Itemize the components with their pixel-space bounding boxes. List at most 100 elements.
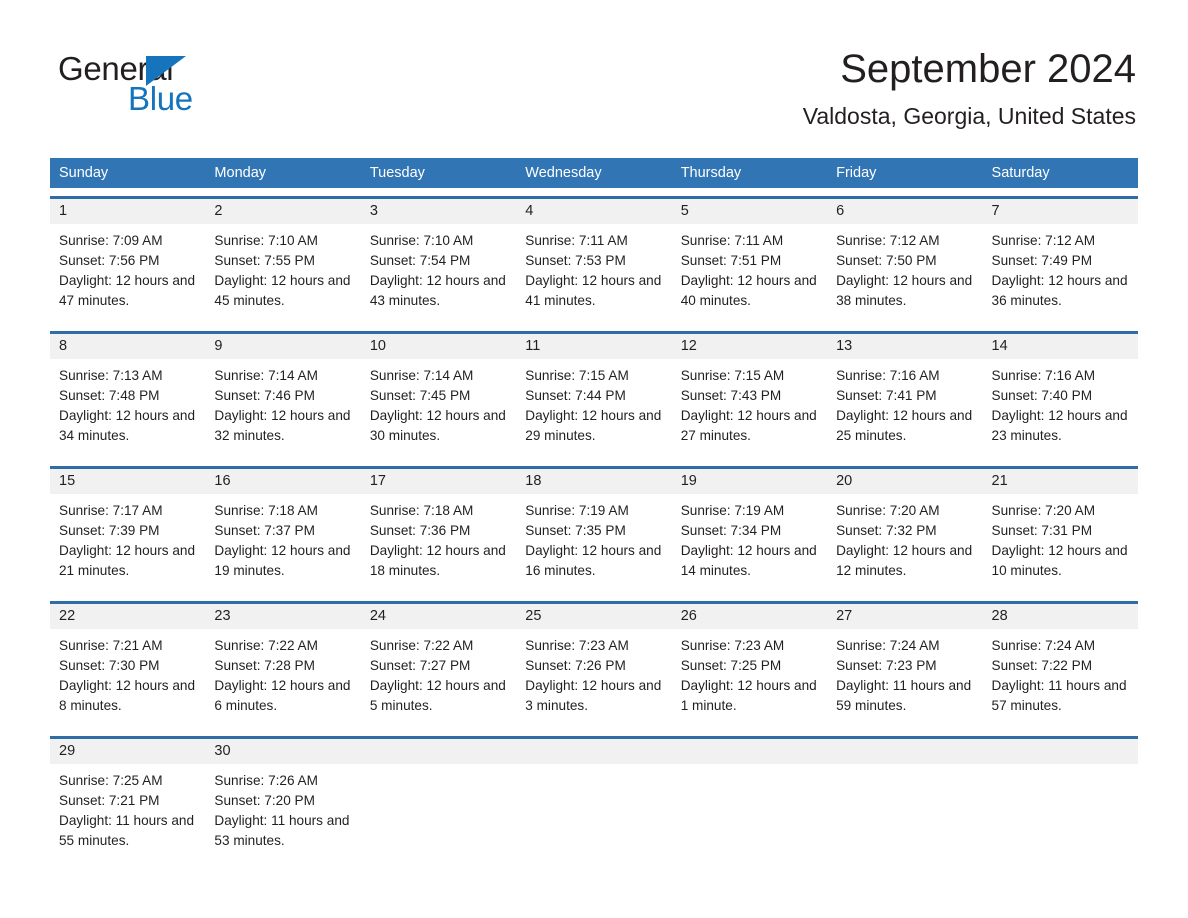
day-cell: Sunrise: 7:23 AM Sunset: 7:26 PM Dayligh… (516, 629, 671, 728)
day-cell: Sunrise: 7:12 AM Sunset: 7:49 PM Dayligh… (983, 224, 1138, 323)
sunset-text: Sunset: 7:25 PM (680, 658, 782, 673)
day-cell: Sunrise: 7:11 AM Sunset: 7:53 PM Dayligh… (516, 224, 671, 323)
day-cell: Sunrise: 7:25 AM Sunset: 7:21 PM Dayligh… (50, 764, 205, 863)
sunset-text: Sunset: 7:39 PM (59, 523, 160, 538)
calendar-week-row: 8 9 10 11 12 13 14 Sunrise: 7:13 AM Suns… (50, 331, 1138, 458)
sunrise-text: Sunrise: 7:24 AM (991, 638, 1096, 653)
sunrise-text: Sunrise: 7:23 AM (680, 638, 785, 653)
day-number: 6 (836, 203, 845, 219)
general-blue-logo: General Blue (58, 52, 318, 124)
location-subtitle: Valdosta, Georgia, United States (802, 103, 1136, 129)
sunrise-text: Sunrise: 7:20 AM (836, 503, 940, 518)
sunrise-text: Sunrise: 7:14 AM (214, 368, 318, 383)
daylight-text: Daylight: 12 hours and 18 minutes. (369, 543, 506, 578)
day-cell: Sunrise: 7:12 AM Sunset: 7:50 PM Dayligh… (827, 224, 982, 323)
day-cell: Sunrise: 7:16 AM Sunset: 7:41 PM Dayligh… (827, 359, 982, 458)
day-number: 7 (991, 203, 1000, 219)
calendar-table: Sunday Monday Tuesday Wednesday Thursday… (50, 158, 1138, 863)
sunset-text: Sunset: 7:44 PM (525, 388, 626, 403)
sunset-text: Sunset: 7:32 PM (836, 523, 937, 538)
sunset-text: Sunset: 7:48 PM (59, 388, 160, 403)
day-number: 5 (680, 203, 689, 219)
day-cell: Sunrise: 7:14 AM Sunset: 7:46 PM Dayligh… (205, 359, 360, 458)
sunrise-text: Sunrise: 7:12 AM (836, 233, 940, 248)
sunset-text: Sunset: 7:40 PM (991, 388, 1093, 403)
sunset-text: Sunset: 7:43 PM (680, 388, 782, 403)
calendar-week-row: 22 23 24 25 26 27 28 Sunrise: 7:21 AM Su… (50, 601, 1138, 728)
sunrise-text: Sunrise: 7:22 AM (214, 638, 318, 653)
weekday-header-friday: Friday (836, 165, 877, 181)
day-cell: Sunrise: 7:09 AM Sunset: 7:56 PM Dayligh… (50, 224, 205, 323)
day-number: 9 (214, 338, 223, 354)
day-number: 11 (525, 338, 541, 354)
daylight-text: Daylight: 12 hours and 29 minutes. (525, 408, 662, 443)
sunset-text: Sunset: 7:51 PM (680, 253, 782, 268)
sunrise-text: Sunrise: 7:09 AM (59, 233, 163, 248)
page-title: September 2024 (840, 47, 1136, 91)
sunrise-text: Sunrise: 7:19 AM (680, 503, 785, 518)
sunrise-text: Sunrise: 7:11 AM (680, 233, 784, 248)
daylight-text: Daylight: 12 hours and 8 minutes. (59, 678, 196, 713)
sunset-text: Sunset: 7:26 PM (525, 658, 626, 673)
sunset-text: Sunset: 7:56 PM (59, 253, 160, 268)
day-number (983, 739, 1138, 764)
sunset-text: Sunset: 7:22 PM (991, 658, 1093, 673)
daylight-text: Daylight: 12 hours and 45 minutes. (214, 273, 351, 308)
sunset-text: Sunset: 7:49 PM (991, 253, 1093, 268)
sunrise-text: Sunrise: 7:26 AM (214, 773, 318, 788)
week-body: Sunrise: 7:09 AM Sunset: 7:56 PM Dayligh… (50, 224, 1138, 323)
sunset-text: Sunset: 7:23 PM (836, 658, 937, 673)
sunrise-text: Sunrise: 7:15 AM (680, 368, 785, 383)
calendar-week-row: 15 16 17 18 19 20 21 Sunrise: 7:17 AM Su… (50, 466, 1138, 593)
sunrise-text: Sunrise: 7:17 AM (59, 503, 163, 518)
day-cell-empty (672, 764, 827, 863)
sunset-text: Sunset: 7:45 PM (369, 388, 471, 403)
day-number (516, 739, 671, 764)
sunset-text: Sunset: 7:37 PM (214, 523, 315, 538)
week-date-bar: 8 9 10 11 12 13 14 (50, 334, 1138, 359)
sunset-text: Sunset: 7:55 PM (214, 253, 315, 268)
day-number: 26 (680, 608, 697, 624)
day-cell: Sunrise: 7:10 AM Sunset: 7:54 PM Dayligh… (361, 224, 516, 323)
weekday-header-saturday: Saturday (991, 165, 1050, 181)
daylight-text: Daylight: 12 hours and 40 minutes. (680, 273, 817, 308)
daylight-text: Daylight: 12 hours and 6 minutes. (214, 678, 351, 713)
day-number: 23 (214, 608, 231, 624)
sunrise-text: Sunrise: 7:16 AM (991, 368, 1096, 383)
sunset-text: Sunset: 7:41 PM (836, 388, 937, 403)
sunset-text: Sunset: 7:31 PM (991, 523, 1093, 538)
daylight-text: Daylight: 11 hours and 53 minutes. (214, 813, 350, 848)
day-number: 10 (369, 338, 386, 354)
sunset-text: Sunset: 7:35 PM (525, 523, 626, 538)
day-cell: Sunrise: 7:17 AM Sunset: 7:39 PM Dayligh… (50, 494, 205, 593)
day-cell: Sunrise: 7:22 AM Sunset: 7:28 PM Dayligh… (205, 629, 360, 728)
daylight-text: Daylight: 12 hours and 34 minutes. (59, 408, 196, 443)
daylight-text: Daylight: 12 hours and 21 minutes. (59, 543, 196, 578)
day-number: 8 (59, 338, 68, 354)
day-cell: Sunrise: 7:20 AM Sunset: 7:32 PM Dayligh… (827, 494, 982, 593)
day-number: 19 (680, 473, 697, 489)
weekday-header-sunday: Sunday (59, 165, 109, 181)
day-cell-empty (516, 764, 671, 863)
daylight-text: Daylight: 12 hours and 19 minutes. (214, 543, 351, 578)
weekday-header-wednesday: Wednesday (525, 165, 602, 181)
sunrise-text: Sunrise: 7:18 AM (369, 503, 474, 518)
weekday-header-thursday: Thursday (680, 165, 742, 181)
sunrise-text: Sunrise: 7:18 AM (214, 503, 318, 518)
day-number: 3 (369, 203, 378, 219)
calendar-week-row: 1 2 3 4 5 6 7 Sunrise: 7:09 AM Sunset: 7… (50, 196, 1138, 323)
sunrise-text: Sunrise: 7:14 AM (369, 368, 474, 383)
day-number: 20 (836, 473, 853, 489)
sunset-text: Sunset: 7:30 PM (59, 658, 160, 673)
daylight-text: Daylight: 12 hours and 5 minutes. (369, 678, 506, 713)
day-cell: Sunrise: 7:22 AM Sunset: 7:27 PM Dayligh… (361, 629, 516, 728)
day-cell: Sunrise: 7:14 AM Sunset: 7:45 PM Dayligh… (361, 359, 516, 458)
daylight-text: Daylight: 11 hours and 57 minutes. (991, 678, 1127, 713)
day-number: 21 (991, 473, 1008, 489)
sunset-text: Sunset: 7:34 PM (680, 523, 782, 538)
sunrise-text: Sunrise: 7:12 AM (991, 233, 1096, 248)
sunrise-text: Sunrise: 7:10 AM (369, 233, 474, 248)
daylight-text: Daylight: 12 hours and 32 minutes. (214, 408, 351, 443)
sunrise-text: Sunrise: 7:19 AM (525, 503, 629, 518)
sunrise-text: Sunrise: 7:13 AM (59, 368, 163, 383)
